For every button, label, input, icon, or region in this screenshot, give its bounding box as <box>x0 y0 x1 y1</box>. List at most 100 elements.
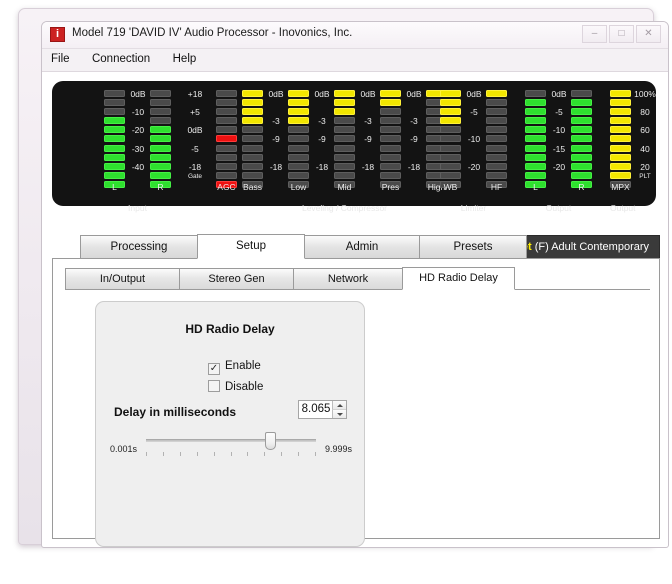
slider-tick <box>264 452 265 456</box>
meter-scale-tick <box>182 181 208 190</box>
meter-scale-tick: -10 <box>125 108 151 117</box>
meter-bar-label-pres: Pres <box>380 182 401 192</box>
meter-segment <box>571 172 592 179</box>
window-title: Model 719 'DAVID IV' Audio Processor - I… <box>72 27 352 39</box>
delay-spinner[interactable]: 8.065 <box>298 400 347 419</box>
meter-bar-label-hf: HF <box>486 182 507 192</box>
main-tab-processing[interactable]: Processing <box>80 235 198 259</box>
meter-segment <box>440 126 461 133</box>
sub-tab-stereo-gen[interactable]: Stereo Gen <box>179 268 294 290</box>
main-tab-admin[interactable]: Admin <box>304 235 420 259</box>
meter-segment <box>610 126 631 133</box>
meter-scale-tick: -3 <box>263 117 289 126</box>
meter-scale: 0dB-5-10-20 <box>461 90 487 190</box>
down-arrow-icon <box>337 413 343 416</box>
meter-segment <box>380 117 401 124</box>
meter-segment <box>380 135 401 142</box>
sub-tab-in-output[interactable]: In/Output <box>65 268 180 290</box>
meter-segment <box>440 99 461 106</box>
meter-bar-label-l: L <box>525 182 546 192</box>
meter-bar-label-mid: Mid <box>334 182 355 192</box>
meter-scale-tick: 0dB <box>182 126 208 135</box>
meter-segment <box>440 90 461 97</box>
meter-scale-tick: -20 <box>125 126 151 135</box>
meter-segment <box>486 90 507 97</box>
meter-segment <box>440 117 461 124</box>
meter-scale-tick: 80 <box>632 108 658 117</box>
up-arrow-icon <box>337 404 343 407</box>
meter-scale-tick <box>546 172 572 181</box>
meter-segment <box>610 163 631 170</box>
spinner-down-button[interactable] <box>332 410 346 419</box>
meter-scale-tick <box>546 181 572 190</box>
meter-segment <box>610 154 631 161</box>
meter-segment <box>334 117 355 124</box>
meter-segment <box>150 90 171 97</box>
meter-segment <box>525 163 546 170</box>
main-tab-presets[interactable]: Presets <box>419 235 527 259</box>
sub-tab-bar: In/OutputStereo GenNetworkHD Radio Delay <box>65 268 650 290</box>
meter-segment <box>440 108 461 115</box>
meter-scale: 100%80604020PLT <box>632 90 658 190</box>
sub-tab-network[interactable]: Network <box>293 268 403 290</box>
enable-checkbox-row[interactable]: ✓Enable <box>208 360 261 375</box>
meter-segment <box>104 126 125 133</box>
meter-scale-tick: 100% <box>632 90 658 99</box>
meter-segment <box>288 145 309 152</box>
sub-tab-underline <box>65 289 650 290</box>
meter-segment <box>150 154 171 161</box>
meter-segment <box>104 108 125 115</box>
meter-scale-tick <box>461 172 487 181</box>
delay-value-field[interactable]: 8.065 <box>299 401 333 418</box>
menu-item-connection[interactable]: Connection <box>83 49 159 65</box>
sub-tab-hd-radio-delay[interactable]: HD Radio Delay <box>402 267 515 290</box>
meter-segment <box>571 99 592 106</box>
meter-segment <box>486 154 507 161</box>
meter-scale-tick: -9 <box>309 135 335 144</box>
meter-segment <box>334 135 355 142</box>
menu-item-help[interactable]: Help <box>164 49 206 65</box>
close-button[interactable]: ✕ <box>636 25 661 43</box>
slider-thumb[interactable] <box>265 432 276 450</box>
meter-bar-l <box>525 90 546 190</box>
enable-checkbox[interactable]: ✓ <box>208 363 220 375</box>
meter-scale-tick <box>461 117 487 126</box>
spinner-up-button[interactable] <box>332 401 346 410</box>
meter-scale-tick: -18 <box>263 163 289 172</box>
disable-checkbox[interactable] <box>208 380 220 392</box>
meter-segment <box>486 135 507 142</box>
meter-segment <box>242 163 263 170</box>
meter-section-label: Input <box>104 203 171 213</box>
meter-segment <box>440 135 461 142</box>
maximize-button[interactable]: □ <box>609 25 634 43</box>
meter-segment <box>150 135 171 142</box>
meter-segment <box>334 108 355 115</box>
main-tab-setup[interactable]: Setup <box>197 234 305 259</box>
meter-segment <box>486 145 507 152</box>
slider-track[interactable] <box>146 439 316 442</box>
menu-item-file[interactable]: File <box>42 49 79 65</box>
meter-segment <box>150 145 171 152</box>
meter-segment <box>610 172 631 179</box>
delay-label: Delay in milliseconds <box>114 405 236 419</box>
meter-segment <box>571 90 592 97</box>
delay-slider[interactable]: 0.001s 9.999s <box>110 430 352 470</box>
meter-segment <box>380 154 401 161</box>
meter-segment <box>525 126 546 133</box>
slider-tick <box>281 452 282 456</box>
disable-checkbox-row[interactable]: Disable <box>208 380 263 393</box>
meter-scale-tick <box>401 99 427 108</box>
meter-segment <box>610 108 631 115</box>
meter-scale: +18+50dB-5-18Gate <box>182 90 208 190</box>
preset-value-label: (F) Adult Contemporary <box>535 241 649 253</box>
menu-bar: File Connection Help <box>42 49 668 72</box>
slider-max-label: 9.999s <box>325 444 352 454</box>
meter-segment <box>571 126 592 133</box>
meter-scale-tick: 20 <box>632 163 658 172</box>
slider-tick <box>180 452 181 456</box>
meter-row: LR0dB-10-20-30-40InputAGC+18+50dB-5-18Ga… <box>52 81 656 206</box>
meter-scale-tick <box>355 145 381 154</box>
meter-scale-tick: 60 <box>632 126 658 135</box>
meter-scale-tick <box>125 181 151 190</box>
minimize-button[interactable]: – <box>582 25 607 43</box>
